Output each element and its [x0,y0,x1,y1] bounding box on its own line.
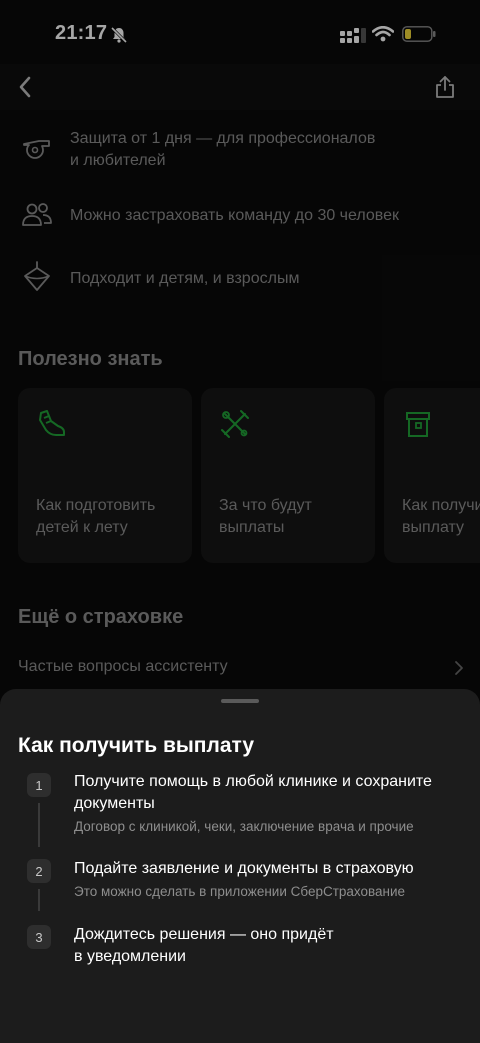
status-time: 21:17 [55,22,108,44]
whistle-icon [20,130,54,164]
back-button[interactable] [10,72,40,102]
top-nav-bar [0,64,480,110]
share-icon [436,76,454,98]
back-arrow-icon [19,76,31,98]
more-section-title: Ещё о страховке [18,606,184,628]
step-connector [38,803,40,847]
share-button[interactable] [430,72,460,102]
chevron-right-icon [455,661,463,675]
bottom-sheet: Как получить выплату 1 Получите помощь в… [0,689,480,1043]
battery-low-icon [402,26,436,42]
bell-slash-icon [110,26,128,44]
useful-cards-carousel[interactable]: Как подготовить детей к лету За что буду… [18,388,480,563]
wifi-icon [372,26,394,42]
feature-text: Можно застраховать команду до 30 человек [70,207,400,224]
step-description: Это можно сделать в приложении СберСтрах… [74,884,406,899]
card-text: Как получить выплату [402,497,480,536]
card-payouts-for[interactable]: За что будут выплаты [201,388,375,563]
step-title: Получите помощь в любой клинике и сохран… [74,773,432,812]
card-text: Как подготовить детей к лету [36,497,156,536]
faq-label: Частые вопросы ассистенту [18,658,228,675]
sneaker-icon [39,410,65,436]
step-number: 2 [27,859,51,883]
crossed-tools-icon [221,410,249,438]
feature-text: Защита от 1 дня — для профессионалов и л… [70,130,376,169]
card-how-to-get-payout[interactable]: Как получить выплату [384,388,480,563]
feature-text: Подходит и детям, и взрослым [70,270,300,287]
card-text: За что будут выплаты [219,497,312,536]
document-icon [406,412,430,437]
signal-icon [340,28,366,43]
faq-row[interactable]: Частые вопросы ассистенту [0,650,480,688]
sheet-drag-handle[interactable] [221,699,259,703]
sheet-title: Как получить выплату [18,734,254,757]
step-number: 3 [27,925,51,949]
step-connector [38,889,40,911]
step-number: 1 [27,773,51,797]
card-prepare-kids[interactable]: Как подготовить детей к лету [18,388,192,563]
step-title: Дождитесь решения — оно придёт в уведомл… [74,926,334,965]
people-icon [20,198,54,232]
status-bar: 21:17 [0,0,480,64]
spinning-top-icon [20,260,54,294]
useful-section-title: Полезно знать [18,348,163,370]
step-description: Договор с клиникой, чеки, заключение вра… [74,819,414,834]
step-title: Подайте заявление и документы в страхову… [74,860,414,877]
